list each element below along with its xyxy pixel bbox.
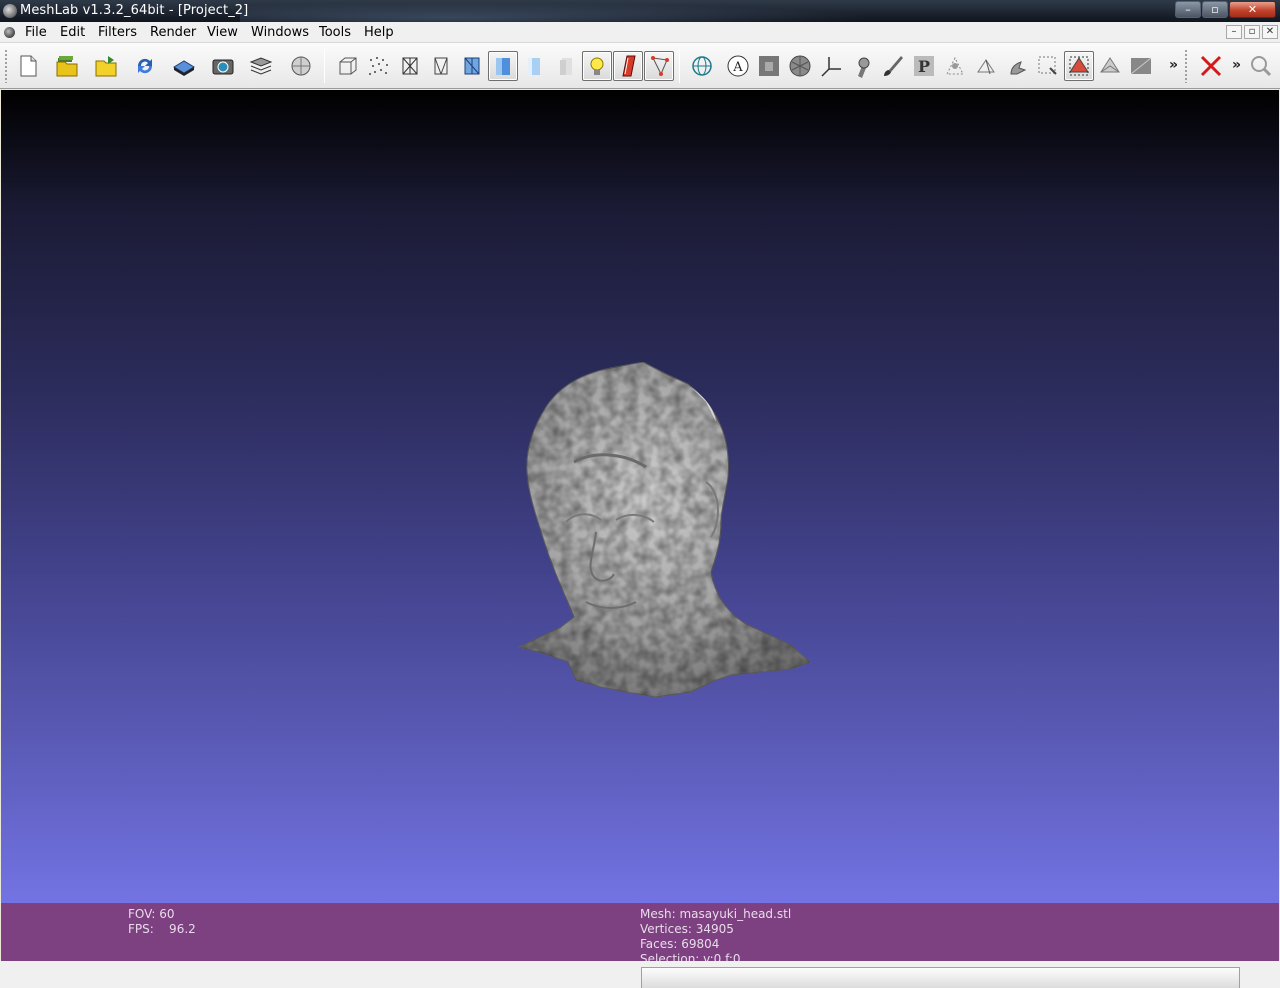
menu-tools[interactable]: Tools	[319, 25, 351, 40]
menu-filters[interactable]: Filters	[98, 25, 137, 40]
toolbar-overflow-button-2[interactable]: »	[1232, 57, 1241, 73]
status-area	[0, 961, 1280, 988]
axis-icon[interactable]	[816, 51, 846, 81]
smooth-icon[interactable]	[519, 51, 549, 81]
faces-count-label: Faces: 69804	[640, 937, 720, 951]
measure-icon[interactable]: P	[909, 51, 939, 81]
progress-panel	[641, 967, 1240, 988]
trackball-icon[interactable]	[687, 51, 717, 81]
light-on-icon[interactable]	[582, 51, 612, 81]
delete-icon[interactable]	[1196, 51, 1226, 81]
vertices-count-label: Vertices: 34905	[640, 922, 734, 936]
select-faces-icon[interactable]	[1033, 51, 1063, 81]
menu-windows[interactable]: Windows	[251, 25, 309, 40]
title-bar-sheen	[240, 0, 940, 22]
import-mesh-icon[interactable]	[91, 51, 121, 81]
close-button[interactable]: ✕	[1229, 1, 1276, 18]
flat-lines-icon[interactable]	[457, 51, 487, 81]
info-panel: FOV: 60 FPS: 96.2 Mesh: masayuki_head.st…	[1, 903, 1279, 961]
mdi-restore-button[interactable]: ▫	[1244, 25, 1260, 39]
svg-text:A: A	[732, 60, 743, 75]
menu-view[interactable]: View	[207, 25, 238, 40]
brush-icon[interactable]	[878, 51, 908, 81]
menu-edit[interactable]: Edit	[60, 25, 85, 40]
hidden-lines-icon[interactable]	[426, 51, 456, 81]
meshlab-app-icon[interactable]	[3, 4, 17, 18]
menu-file[interactable]: File	[25, 25, 47, 40]
sphere-icon[interactable]	[785, 51, 815, 81]
bounding-box-icon[interactable]	[333, 51, 363, 81]
main-toolbar: A P » »	[0, 43, 1280, 89]
3d-viewport[interactable]	[1, 90, 1279, 903]
select-vertices-icon[interactable]	[1064, 51, 1094, 81]
flat-icon[interactable]	[488, 51, 518, 81]
minimize-button[interactable]: –	[1175, 1, 1201, 18]
toolbar-overflow-button[interactable]: »	[1169, 57, 1178, 73]
face-culling-icon[interactable]	[644, 51, 674, 81]
fps-label: FPS: 96.2	[128, 922, 196, 936]
toolbar-separator	[324, 49, 325, 83]
mdi-minimize-button[interactable]: –	[1226, 25, 1242, 39]
pick-points-icon[interactable]	[971, 51, 1001, 81]
points-icon[interactable]	[364, 51, 394, 81]
mesh-name-label: Mesh: masayuki_head.stl	[640, 907, 792, 921]
shader-icon[interactable]	[754, 51, 784, 81]
export-mesh-icon[interactable]	[169, 51, 199, 81]
menu-help[interactable]: Help	[364, 25, 394, 40]
maximize-button[interactable]: ▫	[1202, 1, 1228, 18]
menu-bar: File Edit Filters Render View Windows To…	[0, 22, 1280, 43]
toolbar-grip[interactable]	[4, 49, 8, 83]
fov-label: FOV: 60	[128, 907, 175, 921]
mdi-close-button[interactable]: ✕	[1262, 25, 1278, 39]
wireframe-icon[interactable]	[395, 51, 425, 81]
window-title: MeshLab v1.3.2_64bit - [Project_2]	[20, 3, 249, 18]
search-icon[interactable]	[1246, 51, 1276, 81]
menu-render[interactable]: Render	[150, 25, 196, 40]
layers-icon[interactable]	[246, 51, 276, 81]
selection-label: Selection: v:0 f:0	[640, 952, 741, 961]
svg-text:P: P	[918, 57, 930, 76]
texture-paint-icon[interactable]	[1126, 51, 1156, 81]
snapshot-icon[interactable]	[208, 51, 238, 81]
texture-icon[interactable]	[551, 51, 581, 81]
raster-icon[interactable]	[286, 51, 316, 81]
toolbar-separator-2	[679, 49, 680, 83]
title-bar: MeshLab v1.3.2_64bit - [Project_2] – ▫ ✕	[0, 0, 1280, 22]
align-icon[interactable]	[940, 51, 970, 81]
toolbar-grip-2[interactable]	[1184, 49, 1188, 83]
head-mesh[interactable]	[516, 362, 813, 697]
annotation-icon[interactable]: A	[723, 51, 753, 81]
cut-icon[interactable]	[1002, 51, 1032, 81]
paint-icon[interactable]	[847, 51, 877, 81]
open-project-icon[interactable]	[52, 51, 82, 81]
double-side-lighting-icon[interactable]	[613, 51, 643, 81]
select-connected-icon[interactable]	[1095, 51, 1125, 81]
new-project-icon[interactable]	[13, 51, 43, 81]
reload-icon[interactable]	[130, 51, 160, 81]
document-system-icon[interactable]	[4, 27, 15, 38]
